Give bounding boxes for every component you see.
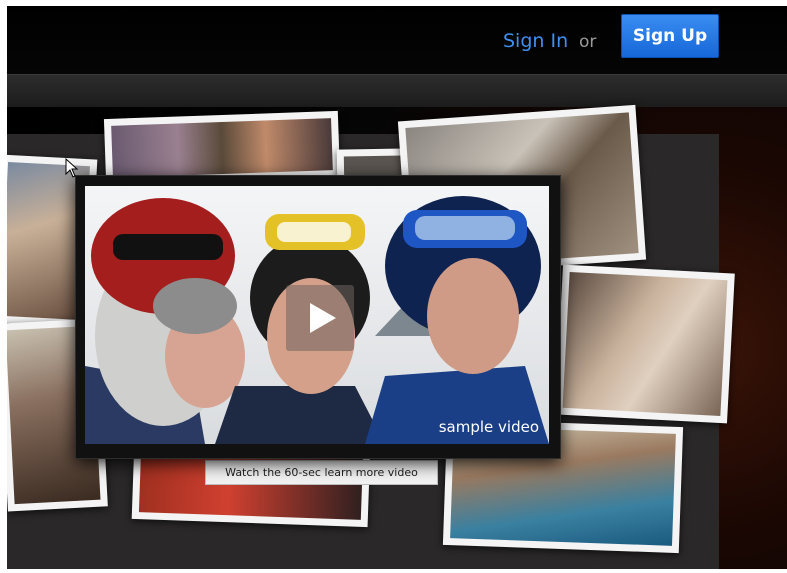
video-player: sample video (75, 175, 561, 459)
collage-photo (103, 110, 341, 186)
play-icon (310, 303, 336, 333)
video-caption: sample video (438, 418, 539, 436)
collage-photo (555, 264, 735, 424)
sign-in-link[interactable]: Sign In (503, 30, 568, 52)
play-button[interactable] (286, 285, 354, 351)
nav-bar (7, 74, 787, 108)
header-bar: Sign In or Sign Up (7, 6, 787, 74)
video-thumbnail[interactable]: sample video (85, 186, 549, 444)
hero-stage: Watch the 60-sec learn more video sample… (7, 104, 787, 569)
or-text: or (579, 32, 597, 52)
cursor-arrow-icon (65, 158, 79, 178)
learn-more-video-button[interactable]: Watch the 60-sec learn more video (205, 460, 438, 485)
page-frame: Sign In or Sign Up Watch the 60-sec lear… (7, 6, 787, 569)
sign-up-button[interactable]: Sign Up (621, 14, 719, 58)
